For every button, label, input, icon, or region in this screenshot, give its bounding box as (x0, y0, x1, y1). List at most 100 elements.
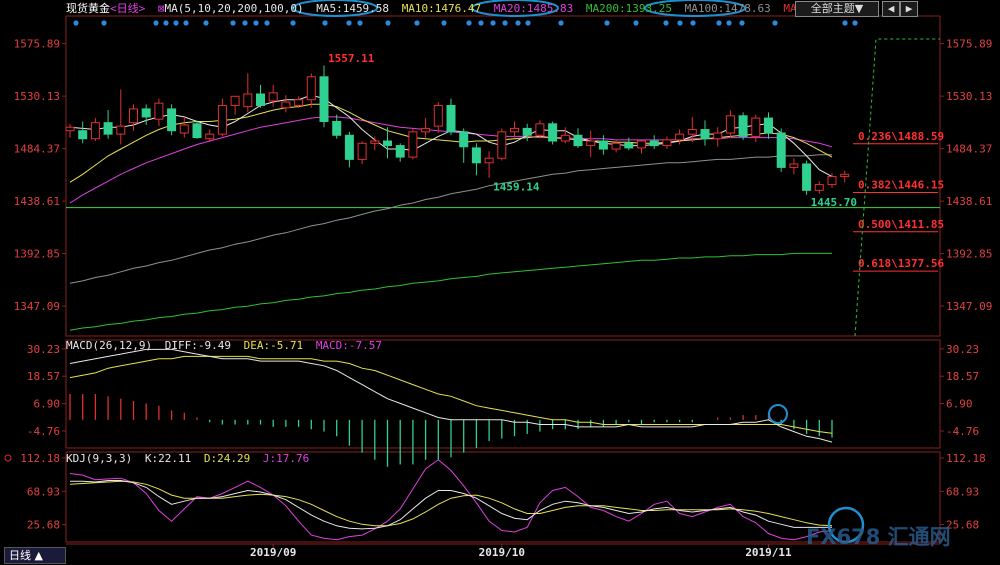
signal-dot (163, 20, 169, 26)
signal-dot (633, 20, 639, 26)
kdj-k-line (70, 480, 833, 530)
ma200-line (69, 252, 832, 331)
signal-dot (290, 20, 296, 26)
candle-down (395, 145, 405, 158)
signal-dot (739, 20, 745, 26)
annotation-low: 1445.70 (811, 196, 857, 209)
nav-left-button[interactable]: ◀ (882, 1, 900, 17)
kdj-plot (69, 459, 833, 541)
signal-dot (502, 20, 508, 26)
candle-up (116, 125, 126, 135)
symbol-name[interactable]: 现货黄金 (66, 2, 110, 15)
candle-down (522, 127, 532, 136)
candle-up (433, 104, 443, 127)
signal-dot (73, 20, 79, 26)
y-tick-label-right: 1438.61 (946, 195, 992, 208)
candle-up (179, 124, 189, 134)
kdj-d-value: D:24.29 (203, 452, 251, 465)
y-tick-label-right: 1392.85 (946, 248, 992, 261)
candle-up (560, 134, 570, 142)
period-tab[interactable]: 日线 ▲ (4, 547, 66, 564)
y-tick-label-right: 25.68 (946, 519, 979, 532)
macd-plot (69, 348, 833, 467)
theme-select[interactable]: 全部主题▼ (795, 1, 879, 17)
signal-dot (852, 20, 858, 26)
x-tick-label: 2019/09 (250, 546, 296, 559)
candle-up (370, 140, 380, 144)
signal-dot (242, 20, 248, 26)
y-tick-label-left: 25.68 (27, 519, 60, 532)
candle-up (129, 108, 138, 124)
candle-up (154, 102, 164, 120)
watermark: FX678 汇通网 (806, 525, 951, 549)
signal-dot (203, 20, 209, 26)
signal-dot (604, 20, 610, 26)
x-axis: 2019/09 2019/10 2019/11 (250, 544, 792, 559)
indicator-icon[interactable]: ⊠ (158, 2, 165, 15)
annotation-high: 1557.11 (328, 52, 375, 65)
candle-down (649, 140, 659, 147)
candle-down (624, 142, 634, 149)
y-tick-label-right: -4.76 (946, 425, 979, 438)
signal-dot (690, 20, 696, 26)
macd-dea-value: DEA:-5.71 (243, 339, 304, 352)
candle-up (840, 173, 850, 178)
macd-spec: MACD(26,12,9) (66, 339, 153, 352)
candle-up (535, 123, 545, 136)
y-tick-label-right: 30.23 (946, 343, 979, 356)
candle-down (332, 121, 342, 136)
candle-up (281, 101, 291, 109)
x-tick-label: 2019/11 (745, 546, 792, 559)
kdj-j-value: J:17.76 (262, 452, 310, 465)
y-axis-right: 1575.89 1530.13 1484.37 1438.61 1392.85 1347.… (940, 38, 992, 532)
period-label[interactable]: <日线> (110, 2, 145, 15)
candle-up (827, 176, 837, 186)
ma10-value: MA10:1476.47 (401, 2, 482, 15)
candle-up (611, 142, 621, 150)
signal-dot (726, 20, 732, 26)
signal-dot (663, 20, 669, 26)
candle-down (764, 117, 773, 134)
candle-up (814, 184, 824, 191)
candle-down (738, 115, 748, 137)
kdj-d-line (69, 480, 833, 527)
y-tick-label-right: 68.93 (946, 485, 979, 498)
candle-up (751, 117, 761, 137)
signal-dot (385, 20, 391, 26)
candle-up (268, 92, 278, 102)
ma5-value: MA5:1459.58 (316, 2, 390, 15)
y-tick-label-left: 18.57 (27, 370, 60, 383)
signal-dot (842, 20, 848, 26)
y-tick-label-right: 1575.89 (946, 38, 992, 51)
candle-down (776, 132, 786, 168)
y-tick-label-left: 68.93 (27, 485, 60, 498)
candle-up (675, 133, 685, 141)
candle-down (802, 163, 812, 191)
macd-macd-value: MACD:-7.57 (315, 339, 383, 352)
signal-dot (490, 20, 496, 26)
ma100-value: MA100:1478.63 (684, 2, 771, 15)
signal-dot (173, 20, 179, 26)
chart-canvas: 1575.89 1530.13 1484.37 1438.61 1392.85 1347.… (4, 0, 992, 559)
signal-dot (153, 20, 159, 26)
kdj-j-line (69, 459, 833, 541)
signal-dot (264, 20, 270, 26)
candle-up (294, 99, 304, 106)
signal-dot (253, 20, 259, 26)
fib-level-label: 0.500\1411.85 (858, 218, 944, 231)
candle-down (471, 147, 481, 164)
kdj-settings-icon[interactable] (4, 454, 12, 462)
kdj-header: KDJ(9,3,3) K:22.11 D:24.29 J:17.76 (66, 451, 315, 467)
candle-up (243, 93, 253, 108)
candle-down (573, 134, 583, 147)
candle-up (662, 139, 672, 147)
candle-up (510, 127, 519, 133)
highlight-circle-macd (768, 404, 788, 424)
nav-right-button[interactable]: ▶ (900, 1, 918, 17)
signal-dot (414, 20, 420, 26)
signal-dot (357, 20, 363, 26)
y-tick-label-left: 30.23 (27, 343, 60, 356)
x-tick-label: 2019/10 (479, 546, 525, 559)
kdj-spec: KDJ(9,3,3) (66, 452, 133, 465)
candle-up (357, 142, 367, 160)
